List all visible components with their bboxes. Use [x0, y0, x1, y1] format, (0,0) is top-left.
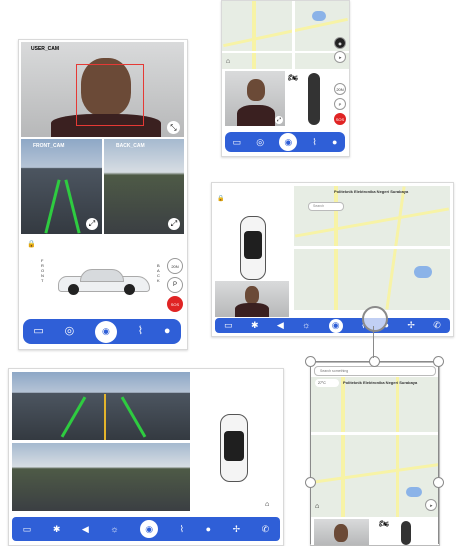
fullscreen-icon[interactable]: ⤢ — [86, 218, 98, 230]
back-cam-label: BACK_CAM — [116, 143, 145, 149]
resize-handle[interactable] — [433, 356, 444, 367]
user-cam-label: USER_CAM — [31, 46, 60, 52]
car-icon[interactable]: ▭ — [224, 321, 233, 330]
seat-icon[interactable]: ⌇ — [312, 137, 316, 147]
top-mobile-screen: ◉ ➤ ⌂ ⤢ 🏍 20N P SOS ▭ ◎ ◉ ⌇ ● — [221, 0, 350, 157]
compass-icon[interactable]: ➤ — [334, 51, 346, 63]
compass-icon[interactable]: ➤ — [425, 499, 437, 511]
front-vertical-label: F R O N T — [41, 258, 45, 283]
user-camera-thumb: ⤢ — [225, 71, 285, 126]
resize-handle[interactable] — [305, 356, 316, 367]
temperature-badge: 27°C — [318, 381, 326, 385]
motorbike-top-view — [308, 73, 320, 125]
front-camera-view — [12, 372, 190, 440]
dashboard-icon[interactable]: ◉ — [94, 320, 117, 343]
bottom-nav: ▭ ✱ ◀ ☼ ◉ ⌇ ● ✢ ✆ — [215, 318, 450, 333]
selected-mobile-screen[interactable]: Search something 27°C Politeknik Elektro… — [310, 362, 440, 546]
gear-icon[interactable]: ✱ — [251, 321, 259, 330]
person-icon[interactable]: ● — [164, 326, 171, 337]
volume-icon[interactable]: ◀ — [82, 524, 89, 534]
dashboard-icon[interactable]: ◉ — [328, 318, 343, 333]
front-camera-view: FRONT_CAM ⤢ — [21, 139, 102, 234]
fullscreen-icon[interactable]: ⤢ — [275, 116, 283, 124]
brightness-icon[interactable]: ☼ — [110, 524, 118, 534]
resize-handle[interactable] — [369, 356, 380, 367]
fan-icon[interactable]: ✢ — [233, 524, 241, 534]
motorbike-top-view — [401, 521, 411, 545]
seat-icon[interactable]: ⌇ — [180, 524, 184, 534]
seat-icon[interactable]: ⌇ — [138, 326, 143, 337]
back-camera-view: BACK_CAM ⤢ — [104, 139, 184, 234]
search-input[interactable]: Search something — [320, 369, 348, 373]
car-side-view — [52, 266, 152, 296]
dashboard-icon[interactable]: ◉ — [279, 133, 298, 151]
volume-icon[interactable]: ◀ — [277, 321, 284, 330]
car-top-view — [220, 414, 248, 482]
sos-button[interactable]: SOS — [334, 113, 346, 125]
resize-handle[interactable] — [433, 477, 444, 488]
car-top-view — [240, 216, 266, 280]
steering-icon[interactable]: ◎ — [65, 326, 75, 337]
bottom-nav: ▭ ✱ ◀ ☼ ◉ ⌇ ● ✢ ✆ — [12, 517, 280, 541]
sos-button[interactable]: SOS — [167, 296, 183, 312]
front-cam-label: FRONT_CAM — [33, 143, 65, 149]
back-vertical-label: B A C K — [157, 263, 160, 283]
user-camera-view: USER_CAM ⤡ — [21, 42, 184, 137]
gear-icon[interactable]: ✱ — [53, 524, 61, 534]
dashboard-icon[interactable]: ◉ — [140, 520, 159, 538]
main-mobile-screen: USER_CAM ⤡ FRONT_CAM ⤢ BACK_CAM ⤢ 🔒 F R … — [18, 39, 188, 350]
home-icon[interactable]: ⌂ — [224, 57, 232, 65]
map-view[interactable]: 27°C Politeknik Elektronika Negeri Surab… — [311, 377, 439, 517]
bottom-nav: ▭ ◎ ◉ ⌇ ● — [23, 319, 181, 344]
person-icon[interactable]: ● — [332, 137, 337, 147]
bottom-nav: ▭ ◎ ◉ ⌇ ● — [225, 132, 345, 152]
bottom-landscape-screen: ⌂ ▭ ✱ ◀ ☼ ◉ ⌇ ● ✢ ✆ — [8, 368, 284, 546]
speed-mode-button[interactable]: 20N — [334, 83, 346, 95]
search-input[interactable]: Search — [313, 204, 324, 208]
home-icon[interactable]: ⌂ — [315, 503, 319, 510]
rider-icon: 🏍 — [379, 519, 390, 528]
fullscreen-icon[interactable]: ⤡ — [167, 121, 180, 134]
lock-icon[interactable]: 🔒 — [217, 195, 224, 202]
rider-icon: 🏍 — [288, 73, 299, 82]
car-icon[interactable]: ▭ — [233, 137, 242, 147]
back-camera-view — [12, 443, 190, 511]
map-title: Politeknik Elektronika Negeri Surabaya — [343, 380, 418, 385]
map-view[interactable]: Politeknik Elektronika Negeri Surabaya S… — [294, 186, 450, 310]
landscape-screen: 🔒 Politeknik Elektronika Negeri Surabaya… — [211, 182, 454, 337]
resize-handle[interactable] — [305, 477, 316, 488]
fan-icon[interactable]: ✢ — [407, 321, 415, 330]
user-camera-thumb — [215, 281, 289, 317]
car-icon[interactable]: ▭ — [23, 524, 32, 534]
speed-mode-button[interactable]: 20N — [167, 258, 183, 274]
fullscreen-icon[interactable]: ⤢ — [168, 218, 180, 230]
map-title: Politeknik Elektronika Negeri Surabaya — [334, 189, 409, 194]
lock-icon[interactable]: 🔒 — [27, 240, 36, 248]
home-icon[interactable]: ⌂ — [265, 501, 269, 508]
user-camera-thumb — [314, 519, 369, 545]
car-icon[interactable]: ▭ — [33, 326, 43, 337]
rotate-handle-icon[interactable] — [362, 306, 388, 332]
face-detection-box — [76, 64, 144, 126]
phone-icon[interactable]: ✆ — [262, 524, 270, 534]
person-icon[interactable]: ● — [206, 524, 211, 534]
layers-icon[interactable]: ◉ — [334, 37, 346, 49]
brightness-icon[interactable]: ☼ — [302, 321, 310, 330]
map-view[interactable] — [222, 1, 349, 69]
phone-icon[interactable]: ✆ — [433, 321, 441, 330]
park-button[interactable]: P — [334, 98, 346, 110]
steering-icon[interactable]: ◎ — [256, 137, 264, 147]
park-button[interactable]: P — [167, 277, 183, 293]
